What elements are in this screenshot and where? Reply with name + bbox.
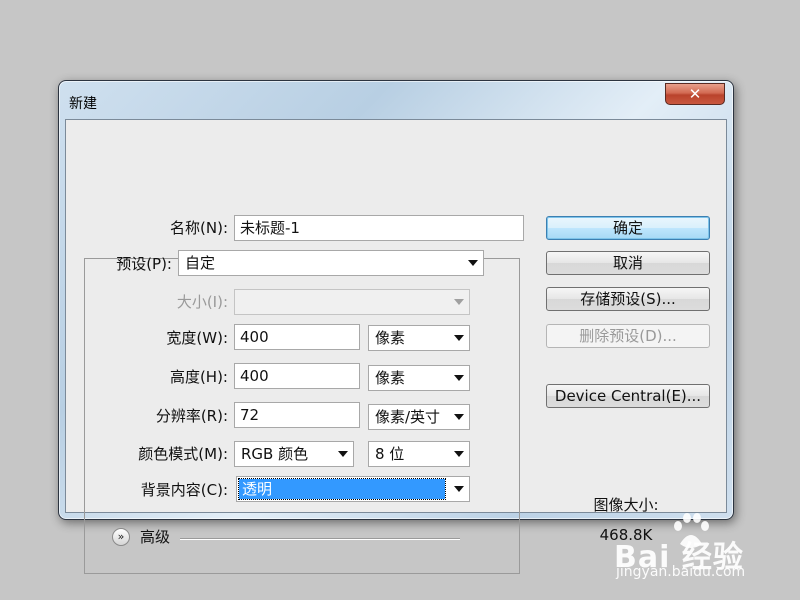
expand-advanced-button[interactable]: »	[112, 528, 130, 546]
new-document-dialog: 新建 ✕ 名称(N): 未标题-1 预设(P): 自定 大小(I): 宽度(W)…	[58, 80, 734, 574]
height-unit-value: 像素	[375, 369, 406, 387]
width-unit-select[interactable]: 像素	[368, 325, 470, 351]
dialog-body: 名称(N): 未标题-1 预设(P): 自定 大小(I): 宽度(W): 400…	[65, 119, 727, 574]
width-input-value: 400	[240, 328, 269, 346]
size-label: 大小(I):	[176, 293, 228, 311]
name-input[interactable]: 未标题-1	[234, 215, 524, 241]
height-input-value: 400	[240, 367, 269, 385]
watermark-url: jingyan.baidu.com	[616, 564, 746, 580]
baidu-jingyan-watermark: Bai 经验 jingyan.baidu.com	[614, 512, 800, 600]
color-mode-value: RGB 颜色	[241, 445, 309, 463]
chevron-down-icon	[454, 375, 464, 381]
advanced-label: 高级	[140, 528, 171, 546]
background-label: 背景内容(C):	[140, 481, 228, 499]
title-bar[interactable]: 新建 ✕	[59, 81, 733, 117]
delete-preset-button: 删除预设(D)...	[546, 324, 710, 348]
resolution-label: 分辨率(R):	[155, 407, 228, 425]
ok-button[interactable]: 确定	[546, 216, 710, 240]
name-input-value: 未标题-1	[240, 219, 300, 237]
bit-depth-select[interactable]: 8 位	[368, 441, 470, 467]
chevron-down-icon	[454, 414, 464, 420]
chevron-down-icon	[454, 451, 464, 457]
width-label: 宽度(W):	[166, 329, 228, 347]
chevron-down-icon	[454, 335, 464, 341]
resolution-input[interactable]: 72	[234, 402, 360, 428]
color-mode-select[interactable]: RGB 颜色	[234, 441, 354, 467]
chevron-down-icon	[454, 486, 464, 492]
chevron-down-icon	[454, 299, 464, 305]
height-label: 高度(H):	[169, 368, 228, 386]
save-preset-button[interactable]: 存储预设(S)...	[546, 287, 710, 311]
device-central-button[interactable]: Device Central(E)...	[546, 384, 710, 408]
resolution-unit-value: 像素/英寸	[375, 408, 441, 426]
chevron-down-icon	[468, 260, 478, 266]
name-label: 名称(N):	[170, 219, 228, 237]
color-mode-label: 颜色模式(M):	[138, 445, 228, 463]
height-unit-select[interactable]: 像素	[368, 365, 470, 391]
preset-select[interactable]: 自定	[178, 250, 484, 276]
preset-label: 预设(P):	[116, 255, 172, 273]
cancel-button[interactable]: 取消	[546, 251, 710, 275]
dialog-title: 新建	[69, 96, 97, 112]
resolution-input-value: 72	[240, 406, 260, 424]
size-select	[234, 289, 470, 315]
resolution-unit-select[interactable]: 像素/英寸	[368, 404, 470, 430]
height-input[interactable]: 400	[234, 363, 360, 389]
background-select[interactable]: 透明	[236, 476, 470, 502]
bit-depth-value: 8 位	[375, 445, 405, 463]
background-select-value: 透明	[238, 478, 446, 500]
width-input[interactable]: 400	[234, 324, 360, 350]
chevron-double-down-icon: »	[117, 530, 125, 543]
close-button[interactable]: ✕	[665, 83, 725, 105]
advanced-divider	[180, 538, 460, 540]
chevron-down-icon	[338, 451, 348, 457]
preset-select-value: 自定	[185, 254, 216, 272]
close-icon: ✕	[688, 85, 702, 103]
width-unit-value: 像素	[375, 329, 406, 347]
